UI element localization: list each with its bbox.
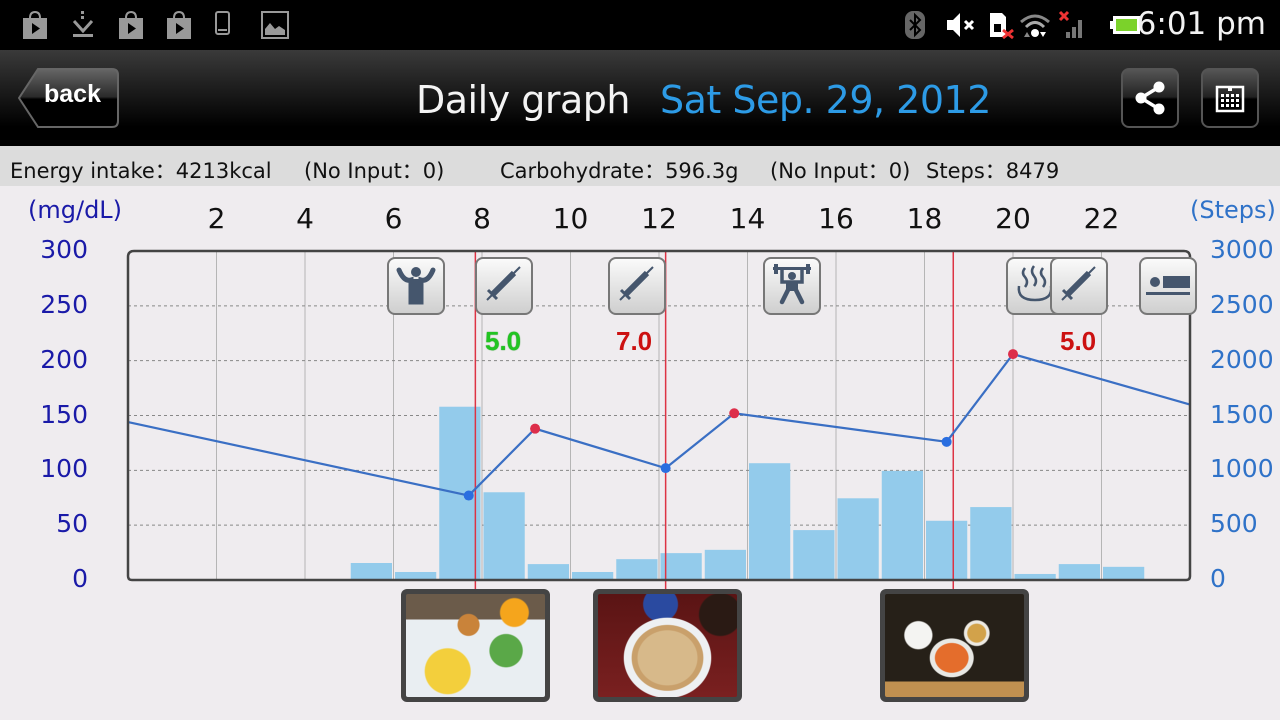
glucose-point-post-meal [530,423,541,434]
event-syringe[interactable] [475,257,533,315]
syringe-icon [1057,262,1101,311]
weightlifting-icon [770,262,814,311]
steps-bar [704,549,746,580]
meal-photo[interactable] [593,589,742,702]
insulin-dose-label: 5.0 [1060,326,1097,356]
meal-photo-image [598,594,737,697]
steps-bar [483,492,525,580]
syringe-icon [482,262,526,311]
steps-bar [926,520,968,580]
glucose-point-pre-meal [941,436,952,447]
steps-bar [837,498,879,580]
steps-bar [749,463,791,580]
event-weightlifting[interactable] [763,257,821,315]
glucose-point-post-meal [1008,349,1018,360]
meal-photo[interactable] [880,589,1029,702]
wake-up-icon [394,262,438,311]
event-syringe[interactable] [1050,257,1108,315]
glucose-point-post-meal [729,408,740,419]
meal-photo-image [406,594,545,697]
event-syringe[interactable] [608,257,666,315]
steps-bar [1058,564,1100,580]
syringe-icon [615,262,659,311]
steps-bar [616,559,658,580]
steps-bar [1103,566,1145,580]
steps-bar [881,470,923,580]
steps-bar [350,563,392,580]
glucose-point-pre-meal [463,490,474,501]
event-wake-up[interactable] [387,257,445,315]
steps-bar [527,564,569,580]
steps-bar [793,530,835,580]
insulin-dose-label: 5.0 [485,326,522,356]
sleep-icon [1146,262,1190,311]
meal-photo-image [885,594,1024,697]
steps-bar [970,507,1012,580]
insulin-dose-label: 7.0 [616,326,653,356]
steps-bar [660,553,702,580]
event-sleep[interactable] [1139,257,1197,315]
meal-photo[interactable] [401,589,550,702]
glucose-point-pre-meal [660,463,671,474]
